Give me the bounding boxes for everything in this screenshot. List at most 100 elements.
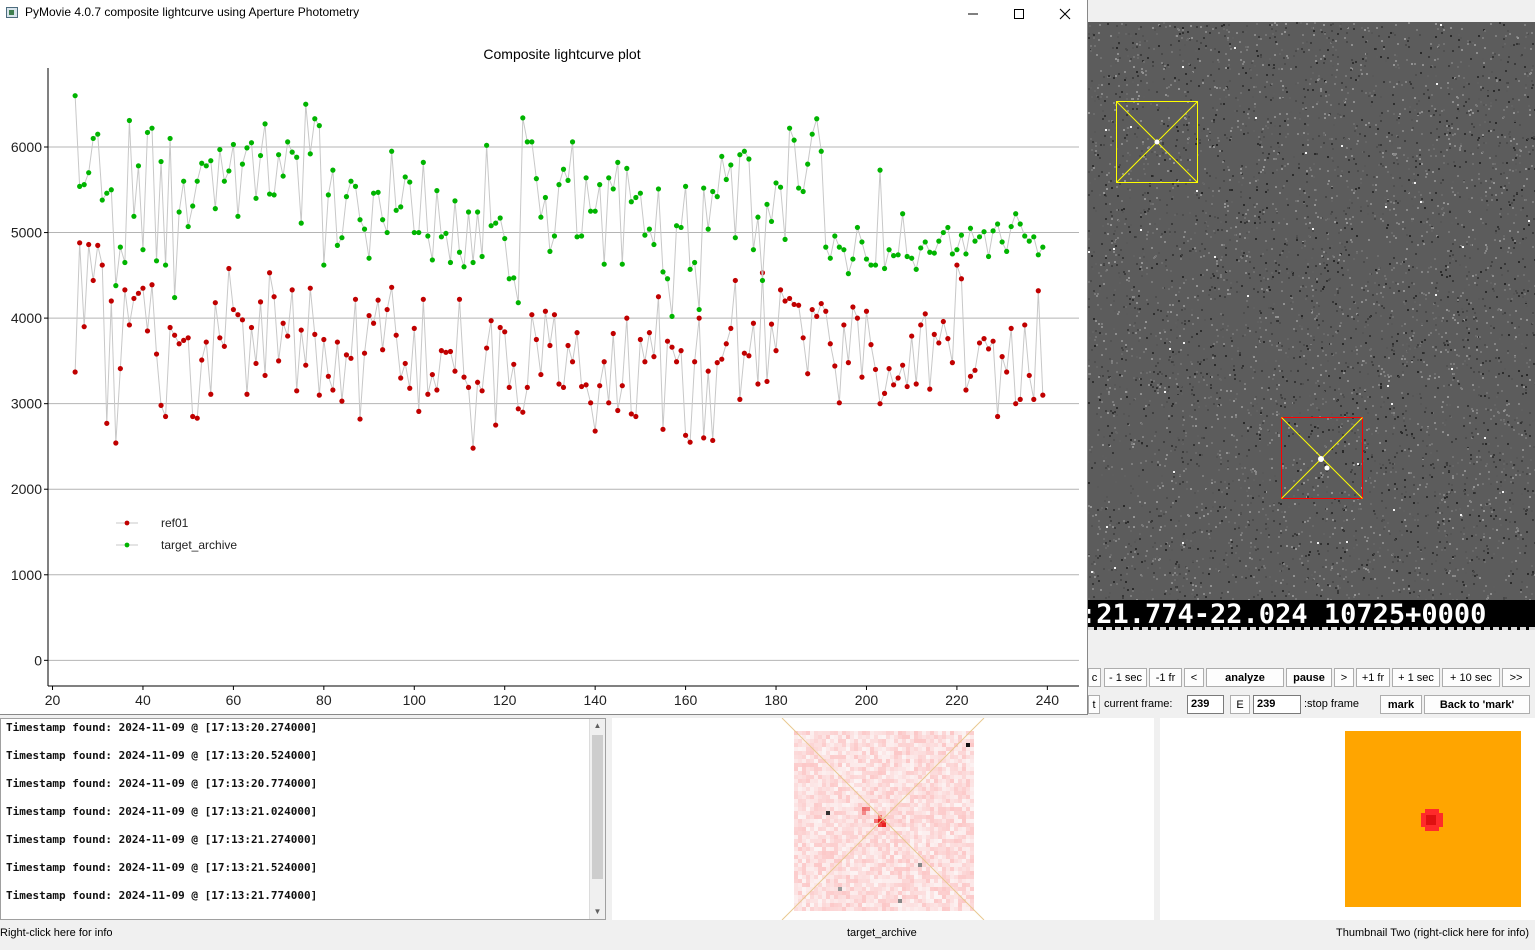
- data-point: [940, 229, 946, 236]
- log-scrollbar[interactable]: ▲ ▼: [589, 719, 605, 919]
- data-point: [728, 162, 734, 168]
- cut-button[interactable]: t: [1088, 695, 1100, 714]
- step-back-1-frame-button[interactable]: -1 fr: [1149, 668, 1182, 687]
- data-point: [710, 437, 716, 444]
- data-point: [95, 242, 101, 248]
- data-point: [425, 391, 431, 397]
- stop-frame-input[interactable]: 239: [1253, 695, 1301, 714]
- data-point: [298, 327, 304, 333]
- data-point: [162, 262, 169, 268]
- data-point: [194, 415, 200, 421]
- x-tick-label: 140: [583, 692, 607, 708]
- step-forward-1-frame-button[interactable]: +1 fr: [1356, 668, 1390, 687]
- thumbnail-one[interactable]: [612, 718, 1154, 920]
- data-point: [845, 271, 851, 277]
- pause-button[interactable]: pause: [1286, 668, 1332, 687]
- data-point: [470, 259, 476, 266]
- data-point: [443, 230, 449, 237]
- step-back-10-sec-button[interactable]: c: [1088, 668, 1101, 687]
- data-point: [863, 308, 870, 314]
- window-titlebar[interactable]: PyMovie 4.0.7 composite lightcurve using…: [0, 0, 1087, 26]
- data-point: [981, 229, 987, 235]
- data-point: [190, 203, 196, 209]
- x-tick-label: 240: [1036, 692, 1060, 708]
- play-forward-button[interactable]: >: [1334, 668, 1354, 687]
- scroll-thumb[interactable]: [592, 735, 603, 879]
- data-point: [108, 187, 114, 193]
- step-forward-10-sec-button[interactable]: + 10 sec: [1442, 668, 1500, 687]
- status-thumbnail-two-info[interactable]: Thumbnail Two (right-click here for info…: [1336, 927, 1529, 939]
- data-point: [99, 262, 105, 268]
- minimize-icon[interactable]: [950, 0, 996, 26]
- jump-to-end-button[interactable]: >>: [1502, 668, 1530, 687]
- y-tick-label: 6000: [11, 139, 42, 155]
- e-button[interactable]: E: [1230, 695, 1250, 714]
- data-point: [533, 336, 539, 343]
- data-point: [506, 276, 512, 282]
- data-point: [574, 330, 580, 336]
- maximize-icon[interactable]: [996, 0, 1042, 26]
- scroll-up-icon[interactable]: ▲: [590, 719, 605, 733]
- data-point: [461, 374, 467, 380]
- data-point: [90, 277, 96, 284]
- data-point: [294, 388, 300, 394]
- legend-label: target_archive: [161, 538, 237, 552]
- data-point: [1035, 288, 1041, 294]
- data-point: [737, 152, 743, 158]
- data-point: [493, 422, 499, 428]
- data-point: [303, 101, 309, 107]
- close-icon[interactable]: [1042, 0, 1088, 26]
- lightcurve-plot[interactable]: Composite lightcurve plot 0 1000 2000 3000 4…: [0, 26, 1087, 714]
- data-point: [651, 241, 657, 248]
- data-point: [144, 328, 151, 334]
- data-point: [642, 232, 648, 238]
- status-left-info[interactable]: Right-click here for info: [0, 927, 113, 939]
- video-frame[interactable]: [1088, 22, 1535, 600]
- data-point: [262, 372, 268, 379]
- data-point: [81, 182, 87, 188]
- data-point: [868, 262, 874, 268]
- analyze-button[interactable]: analyze: [1206, 668, 1284, 687]
- data-point: [479, 253, 485, 260]
- mark-button[interactable]: mark: [1380, 695, 1422, 714]
- step-forward-1-sec-button[interactable]: + 1 sec: [1392, 668, 1440, 687]
- data-point: [755, 214, 761, 220]
- data-point: [588, 400, 594, 406]
- data-point: [149, 282, 155, 288]
- data-point: [474, 209, 481, 215]
- playback-controls: c - 1 sec -1 fr < analyze pause > +1 fr …: [1088, 667, 1535, 689]
- data-point: [484, 345, 490, 351]
- data-point: [230, 141, 236, 148]
- data-point: [719, 153, 725, 160]
- step-back-1-sec-button[interactable]: - 1 sec: [1104, 668, 1147, 687]
- log-line: Timestamp found: 2024-11-09 @ [17:13:21.…: [6, 833, 318, 846]
- log-line: Timestamp found: 2024-11-09 @ [17:13:21.…: [6, 805, 318, 818]
- data-point: [520, 115, 526, 121]
- data-point: [266, 191, 273, 197]
- data-point: [918, 322, 924, 328]
- play-backward-button[interactable]: <: [1184, 668, 1204, 687]
- data-point: [384, 306, 390, 313]
- thumbnail-two[interactable]: [1160, 718, 1535, 920]
- data-point: [135, 163, 142, 169]
- x-tick-label: 220: [945, 692, 969, 708]
- scroll-down-icon[interactable]: ▼: [590, 905, 605, 919]
- data-point: [452, 198, 458, 204]
- data-point: [77, 240, 83, 246]
- data-point: [705, 226, 711, 232]
- data-point: [253, 195, 259, 201]
- data-point: [714, 194, 720, 200]
- log-panel[interactable]: Timestamp found: 2024-11-09 @ [17:13:20.…: [0, 718, 606, 920]
- data-point: [239, 161, 246, 167]
- current-frame-input[interactable]: 239: [1187, 695, 1224, 714]
- back-to-mark-button[interactable]: Back to 'mark': [1424, 695, 1530, 714]
- data-point: [361, 350, 368, 356]
- data-point: [316, 392, 322, 398]
- data-point: [416, 408, 422, 414]
- data-point: [886, 247, 892, 253]
- data-point: [909, 255, 915, 261]
- data-point: [601, 359, 607, 365]
- data-point: [366, 255, 372, 261]
- data-point: [276, 358, 282, 364]
- data-point: [746, 156, 752, 162]
